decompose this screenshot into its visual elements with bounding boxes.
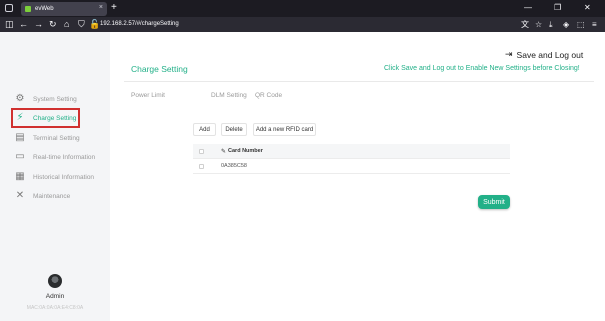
document-icon: ▦ xyxy=(15,171,25,182)
tab-close-icon[interactable]: × xyxy=(99,4,103,11)
card-number-cell: 0A385C58 xyxy=(221,163,247,169)
save-and-logout-button[interactable]: ⇥ Save and Log out xyxy=(505,49,583,60)
back-icon[interactable]: ← xyxy=(19,18,28,31)
shield-icon[interactable]: ⛉ xyxy=(78,18,85,31)
tab-list-icon[interactable] xyxy=(5,4,13,12)
browser-tab[interactable]: evWeb × xyxy=(21,2,107,16)
warning-message: Click Save and Log out to Enable New Set… xyxy=(384,65,580,72)
sidebar-item-system-setting[interactable]: ⚙ System Setting xyxy=(14,92,77,106)
forward-icon[interactable]: → xyxy=(34,18,43,31)
logout-icon: ⇥ xyxy=(505,49,513,59)
add-button[interactable]: Add xyxy=(193,123,216,136)
reload-icon[interactable]: ↻ xyxy=(49,18,57,31)
select-all-checkbox[interactable] xyxy=(199,148,204,154)
tab-title: evWeb xyxy=(35,6,54,12)
sidebar-item-maintenance[interactable]: ✕ Maintenance xyxy=(14,189,70,203)
column-header-card-number: ✎ Card Number xyxy=(221,148,263,155)
terminal-icon: ▤ xyxy=(15,132,25,143)
minimize-button[interactable]: — xyxy=(524,2,532,14)
sidebar-item-label: Real-time Information xyxy=(33,153,96,161)
row-checkbox[interactable] xyxy=(199,163,204,169)
sidebar-item-realtime-information[interactable]: ▭ Real-time Information xyxy=(14,150,95,164)
favicon-icon xyxy=(25,6,31,12)
column-header-label: Card Number xyxy=(228,148,263,154)
divider xyxy=(124,81,594,82)
sidebar-item-label: System Setting xyxy=(33,95,77,103)
sidebar-item-historical-information[interactable]: ▦ Historical Information xyxy=(14,170,94,184)
sidebar-toggle-icon[interactable]: ◫ xyxy=(5,18,14,31)
logout-label: Save and Log out xyxy=(516,49,584,60)
puzzle-icon[interactable]: ⬚ xyxy=(577,18,585,31)
add-rfid-card-button[interactable]: Add a new RFID card xyxy=(253,123,316,136)
tab-qr-code[interactable]: QR Code xyxy=(255,92,282,99)
download-icon[interactable]: ⤓ xyxy=(549,18,553,31)
tools-icon: ✕ xyxy=(15,190,25,201)
edit-icon: ✎ xyxy=(221,148,227,155)
lock-icon[interactable]: 🔓 xyxy=(89,18,100,31)
address-bar[interactable]: 192.168.2.57/#/chargeSetting xyxy=(100,20,179,29)
monitor-icon: ▭ xyxy=(15,151,25,162)
mac-address: MAC:0A:0A:0A:E4:C8:0A xyxy=(26,305,84,311)
home-icon[interactable]: ⌂ xyxy=(64,18,69,31)
card-table: ✎ Card Number 0A385C58 xyxy=(193,144,510,174)
sidebar-item-label: Terminal Setting xyxy=(33,134,80,142)
sidebar-item-label: Maintenance xyxy=(33,192,71,200)
maximize-button[interactable]: ❐ xyxy=(554,2,561,14)
page-title: Charge Setting xyxy=(131,64,188,74)
browser-tab-bar: evWeb × + — ❐ ✕ xyxy=(0,0,605,17)
browser-nav-bar: ◫ ← → ↻ ⌂ ⛉ 🔓 192.168.2.57/#/chargeSetti… xyxy=(0,17,605,32)
submit-button[interactable]: Submit xyxy=(478,195,510,209)
bookmark-star-icon[interactable]: ☆ xyxy=(535,18,542,31)
new-tab-button[interactable]: + xyxy=(111,2,117,14)
table-row[interactable]: 0A385C58 xyxy=(193,159,510,174)
gear-icon: ⚙ xyxy=(15,93,25,104)
user-name: Admin xyxy=(45,293,65,300)
menu-icon[interactable]: ≡ xyxy=(592,18,597,31)
extension-icon[interactable]: ◈ xyxy=(563,18,569,31)
tab-dlm-setting[interactable]: DLM Setting xyxy=(211,92,247,99)
tab-power-limit[interactable]: Power Limit xyxy=(131,92,165,99)
delete-button[interactable]: Delete xyxy=(221,123,247,136)
avatar[interactable] xyxy=(48,274,62,288)
translate-icon[interactable]: 文 xyxy=(521,18,529,31)
window-close-button[interactable]: ✕ xyxy=(584,2,591,14)
table-header: ✎ Card Number xyxy=(193,144,510,159)
highlight-box xyxy=(11,108,80,128)
sidebar-item-label: Historical Information xyxy=(33,173,95,181)
sidebar-item-terminal-setting[interactable]: ▤ Terminal Setting xyxy=(14,131,80,145)
main-content xyxy=(110,32,605,321)
